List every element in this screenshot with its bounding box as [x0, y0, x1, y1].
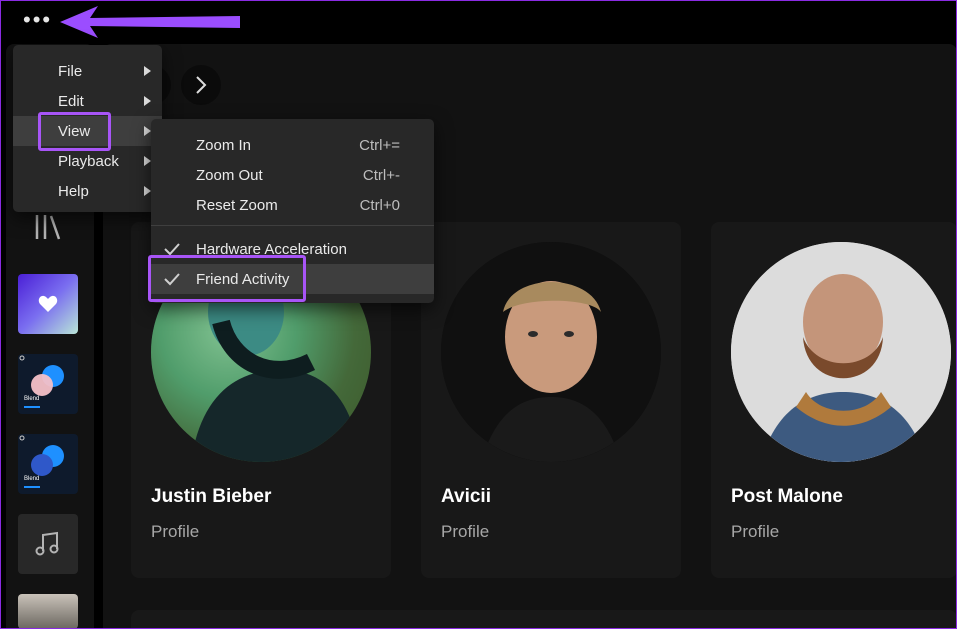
forward-button[interactable]	[181, 65, 221, 105]
submenu-arrow-icon	[144, 156, 151, 166]
menu-item-file[interactable]: File	[13, 56, 162, 86]
artist-subtitle: Profile	[441, 522, 490, 541]
artist-photo	[731, 242, 951, 462]
blend-label: Blend	[24, 476, 40, 482]
artist-avatar	[731, 242, 951, 462]
submenu-arrow-icon	[144, 66, 151, 76]
blend-circles-icon	[19, 435, 64, 476]
shortcut-label: Ctrl+-	[362, 167, 400, 184]
artist-name: Avicii	[441, 486, 491, 507]
menu-item-help[interactable]: Help	[13, 176, 162, 206]
heart-icon	[38, 295, 58, 312]
submenu-item-reset-zoom[interactable]: Reset Zoom Ctrl+0	[151, 190, 434, 220]
shortcut-label: Ctrl+0	[359, 197, 400, 214]
artist-photo	[441, 242, 661, 462]
blend-label: Blend	[24, 396, 40, 402]
annotation-arrow	[60, 6, 240, 38]
artist-name: Justin Bieber	[151, 486, 272, 507]
submenu-arrow-icon	[144, 96, 151, 106]
friend-activity-highlight-annotation	[148, 255, 306, 302]
artist-avatar	[441, 242, 661, 462]
menu-item-label: File	[58, 63, 83, 80]
shortcut-label: Ctrl+=	[359, 137, 400, 154]
app-menu: File Edit View Playback Help	[13, 45, 162, 212]
menu-item-label: Help	[58, 183, 89, 200]
checkmark-icon	[164, 243, 180, 256]
view-submenu: Zoom In Ctrl+= Zoom Out Ctrl+- Reset Zoo…	[148, 119, 434, 303]
submenu-item-label: Zoom Out	[196, 167, 263, 184]
menu-item-label: Playback	[58, 153, 119, 170]
artist-card[interactable]: Post Malone Profile	[711, 222, 957, 578]
artist-card[interactable]: Avicii Profile	[421, 222, 681, 578]
blend-playlist-tile-2[interactable]: Blend	[18, 434, 78, 494]
view-highlight-annotation	[38, 112, 111, 151]
menu-item-label: Edit	[58, 93, 84, 110]
title-bar: •••	[0, 0, 957, 44]
library-icon[interactable]	[33, 212, 63, 242]
artist-name: Post Malone	[731, 486, 843, 507]
blend-playlist-tile[interactable]: Blend	[18, 354, 78, 414]
submenu-item-label: Zoom In	[196, 137, 252, 154]
liked-songs-tile[interactable]	[18, 274, 78, 334]
artist-subtitle: Profile	[731, 522, 780, 541]
submenu-item-zoom-out[interactable]: Zoom Out Ctrl+-	[151, 160, 434, 190]
album-cover-tile[interactable]	[18, 594, 78, 629]
submenu-arrow-icon	[144, 186, 151, 196]
music-note-icon	[35, 531, 59, 556]
more-options-icon[interactable]: •••	[23, 9, 52, 31]
blend-indicator	[24, 486, 40, 488]
submenu-item-zoom-in[interactable]: Zoom In Ctrl+=	[151, 130, 434, 160]
playlist-tile[interactable]	[18, 514, 78, 574]
menu-divider	[151, 225, 434, 226]
chevron-right-icon	[196, 76, 207, 94]
submenu-item-label: Reset Zoom	[196, 197, 278, 214]
blend-indicator	[24, 406, 40, 408]
submenu-arrow-icon	[144, 126, 151, 136]
blend-circles-icon	[19, 355, 64, 396]
next-row-cards	[131, 610, 957, 629]
artist-subtitle: Profile	[151, 522, 200, 541]
